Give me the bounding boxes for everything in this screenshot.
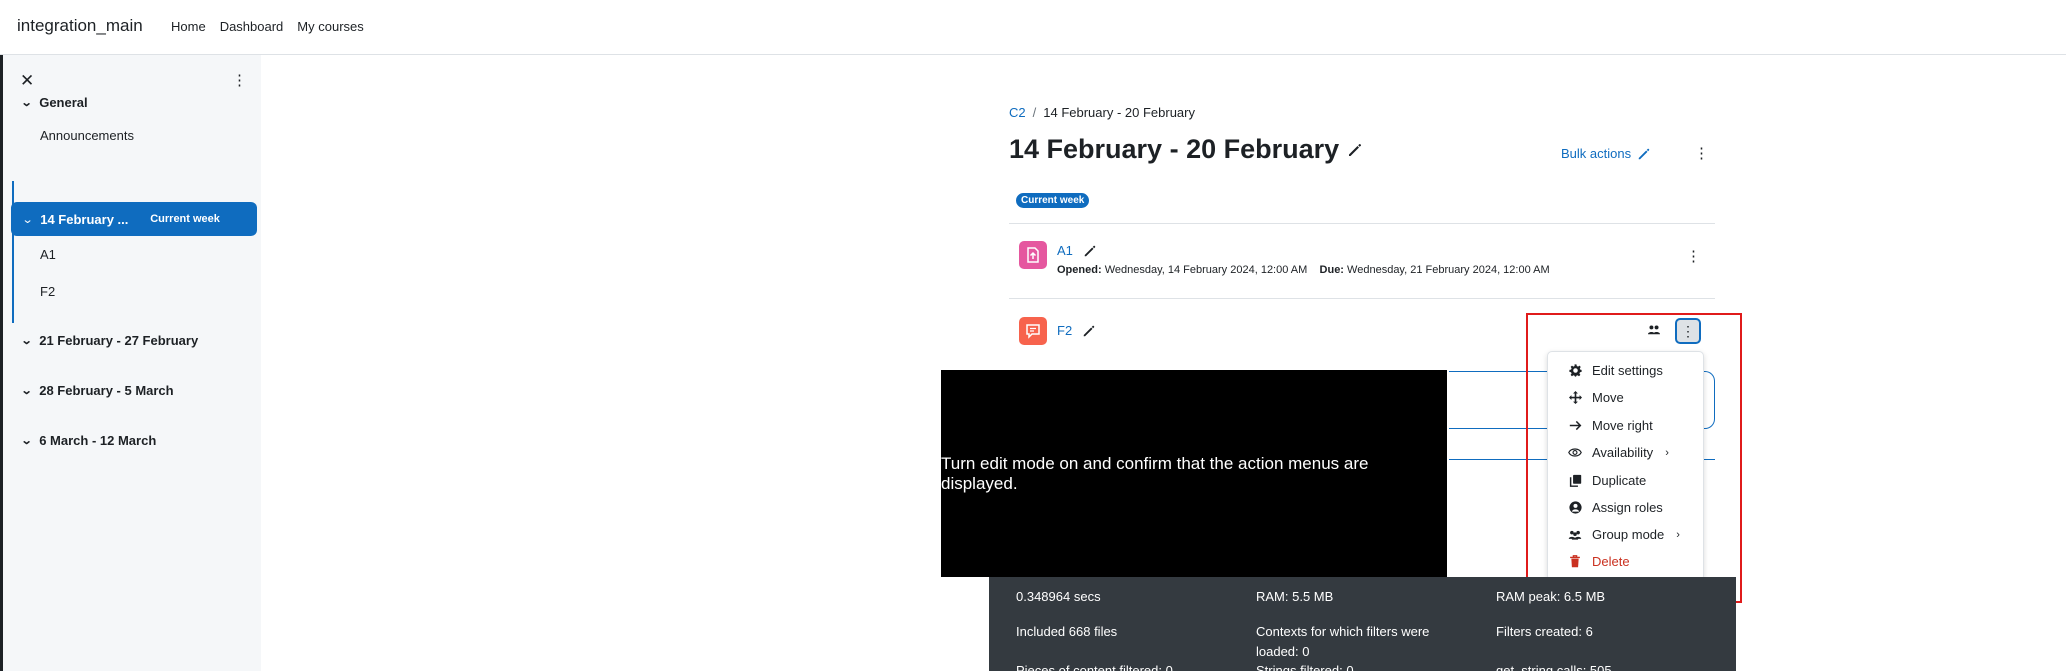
breadcrumb-current: 14 February - 20 February [1043, 105, 1195, 120]
index-section-week-3[interactable]: ⌄ 21 February - 27 February [20, 333, 199, 348]
primary-navigation: Home Dashboard My courses [171, 19, 364, 34]
index-item-f2[interactable]: F2 [40, 284, 55, 299]
chevron-down-icon: ⌄ [20, 385, 33, 397]
section-label: 6 March - 12 March [39, 433, 157, 448]
drawer-menu-kebab-icon[interactable]: ⋮ [232, 71, 247, 89]
activity-a1-actions-kebab-icon[interactable]: ⋮ [1686, 247, 1701, 265]
activity-f2-link[interactable]: F2 [1057, 323, 1072, 338]
forum-icon [1019, 317, 1047, 345]
index-section-general[interactable]: ⌄ General [20, 95, 88, 110]
edit-title-pencil-icon[interactable] [1347, 142, 1363, 158]
perf-get-string-calls: get_string calls: 505 [1496, 663, 1612, 671]
breadcrumb-course-link[interactable]: C2 [1009, 105, 1026, 120]
active-section-indicator [12, 181, 14, 323]
index-item-a1[interactable]: A1 [40, 247, 56, 262]
page-title: 14 February - 20 February [1009, 134, 1340, 164]
section-label: General [39, 95, 88, 110]
section-label: 14 February ... [40, 211, 129, 227]
perf-included-files: Included 668 files [1016, 624, 1118, 639]
close-drawer-icon[interactable]: ✕ [20, 71, 34, 91]
index-section-week-4[interactable]: ⌄ 28 February - 5 March [20, 383, 174, 398]
course-index-drawer: ✕ ⋮ ⌄ General Announcements ⌄ 14 Februar… [3, 55, 261, 671]
perf-strings-filtered: Strings filtered: 0 [1256, 663, 1354, 671]
due-label: Due: [1319, 264, 1344, 276]
chevron-down-icon: ⌄ [21, 213, 34, 226]
perf-contexts: Contexts for which filters were loaded: … [1256, 624, 1430, 659]
breadcrumb: C2 / 14 February - 20 February [1009, 105, 1195, 120]
top-navbar: integration_main Home Dashboard My cours… [0, 0, 2066, 55]
activity-a1: A1 [1057, 243, 1097, 258]
nav-dashboard[interactable]: Dashboard [220, 19, 284, 34]
section-label: 21 February - 27 February [39, 333, 199, 348]
chevron-down-icon: ⌄ [20, 435, 33, 447]
current-week-badge: Current week [1016, 193, 1090, 208]
perf-filters-created: Filters created: 6 [1496, 624, 1593, 639]
nav-my-courses[interactable]: My courses [297, 19, 363, 34]
nav-home[interactable]: Home [171, 19, 206, 34]
edit-name-pencil-icon[interactable] [1083, 244, 1097, 258]
activity-f2: F2 [1057, 323, 1096, 338]
chevron-down-icon: ⌄ [20, 335, 33, 347]
edit-name-pencil-icon[interactable] [1082, 324, 1096, 338]
section-label: 28 February - 5 March [39, 383, 174, 398]
due-value: Wednesday, 21 February 2024, 12:00 AM [1347, 264, 1550, 276]
opened-value: Wednesday, 14 February 2024, 12:00 AM [1104, 264, 1308, 276]
performance-info-footer: 0.348964 secs RAM: 5.5 MB RAM peak: 6.5 … [989, 577, 1736, 671]
activity-a1-link[interactable]: A1 [1057, 243, 1073, 258]
index-section-current-week[interactable]: ⌄ 14 February ... Current week [11, 202, 257, 236]
page-title-row: 14 February - 20 February [1009, 134, 1363, 165]
activity-dates: Opened: Wednesday, 14 February 2024, 12:… [1057, 264, 1550, 276]
perf-ram: RAM: 5.5 MB [1256, 589, 1334, 604]
bulk-actions-button[interactable]: Bulk actions [1561, 146, 1651, 161]
assignment-icon [1019, 241, 1047, 269]
annotation-highlight-box [1526, 313, 1742, 603]
section-actions-kebab-icon[interactable]: ⋮ [1694, 144, 1709, 162]
bulk-actions-label: Bulk actions [1561, 146, 1632, 161]
pencil-icon [1638, 148, 1650, 159]
index-section-week-5[interactable]: ⌄ 6 March - 12 March [20, 433, 157, 448]
perf-pieces-filtered: Pieces of content filtered: 0 [1016, 663, 1173, 671]
divider [1009, 223, 1715, 224]
site-name[interactable]: integration_main [17, 16, 143, 36]
instruction-text: Turn edit mode on and confirm that the a… [941, 453, 1369, 493]
divider [1009, 298, 1715, 299]
current-week-badge: Current week [150, 213, 220, 225]
breadcrumb-separator: / [1032, 105, 1037, 120]
opened-label: Opened: [1057, 264, 1102, 276]
index-item-announcements[interactable]: Announcements [40, 128, 134, 143]
perf-ram-peak: RAM peak: 6.5 MB [1496, 589, 1606, 604]
instruction-overlay: Turn edit mode on and confirm that the a… [941, 370, 1449, 579]
chevron-down-icon: ⌄ [20, 97, 33, 109]
perf-time: 0.348964 secs [1016, 589, 1101, 604]
